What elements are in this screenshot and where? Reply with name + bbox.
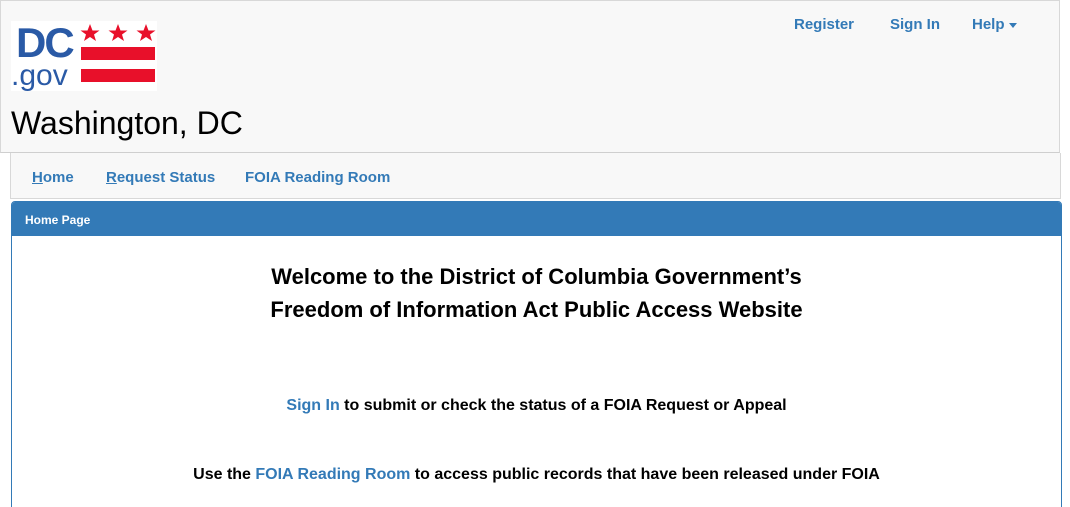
nav-home-label: ome xyxy=(42,169,74,186)
reading-room-inline-link[interactable]: FOIA Reading Room xyxy=(255,466,410,483)
chevron-down-icon xyxy=(1008,22,1017,28)
help-label: Help xyxy=(972,16,1005,33)
sign-in-link[interactable]: Sign In xyxy=(890,16,940,33)
sign-in-instruction: Sign In to submit or check the status of… xyxy=(12,397,1061,415)
nav-foia-reading-room[interactable]: FOIA Reading Room xyxy=(245,169,390,186)
nav-home-accesskey: H xyxy=(32,169,43,186)
top-links: Register Sign In Help xyxy=(1,16,1061,36)
main-nav: Home Request Status FOIA Reading Room xyxy=(10,153,1061,199)
nav-home[interactable]: Home xyxy=(32,169,74,186)
welcome-heading: Welcome to the District of Columbia Gove… xyxy=(12,260,1061,326)
site-header: DC .gov Washington, DC Register Sign In … xyxy=(0,0,1060,153)
welcome-line-2: Freedom of Information Act Public Access… xyxy=(270,297,803,322)
panel-heading: Home Page xyxy=(12,202,1061,236)
welcome-line-1: Welcome to the District of Columbia Gove… xyxy=(271,264,802,289)
sign-in-inline-link[interactable]: Sign In xyxy=(286,397,339,414)
reading-room-instruction: Use the FOIA Reading Room to access publ… xyxy=(12,466,1061,484)
sign-in-instruction-text: to submit or check the status of a FOIA … xyxy=(339,397,787,414)
nav-request-label: equest Status xyxy=(116,169,216,186)
help-dropdown[interactable]: Help xyxy=(972,16,1017,33)
nav-request-status[interactable]: Request Status xyxy=(106,169,215,186)
register-link[interactable]: Register xyxy=(794,16,854,33)
reading-room-instruction-text: to access public records that have been … xyxy=(410,466,880,483)
site-title: Washington, DC xyxy=(11,105,243,141)
logo-gov-text: .gov xyxy=(11,59,68,91)
home-panel: Home Page Welcome to the District of Col… xyxy=(11,201,1062,507)
flag-bar-bottom xyxy=(81,69,155,82)
nav-request-accesskey: R xyxy=(106,169,117,186)
flag-bar-top xyxy=(81,47,155,60)
use-the-text: Use the xyxy=(193,466,256,483)
